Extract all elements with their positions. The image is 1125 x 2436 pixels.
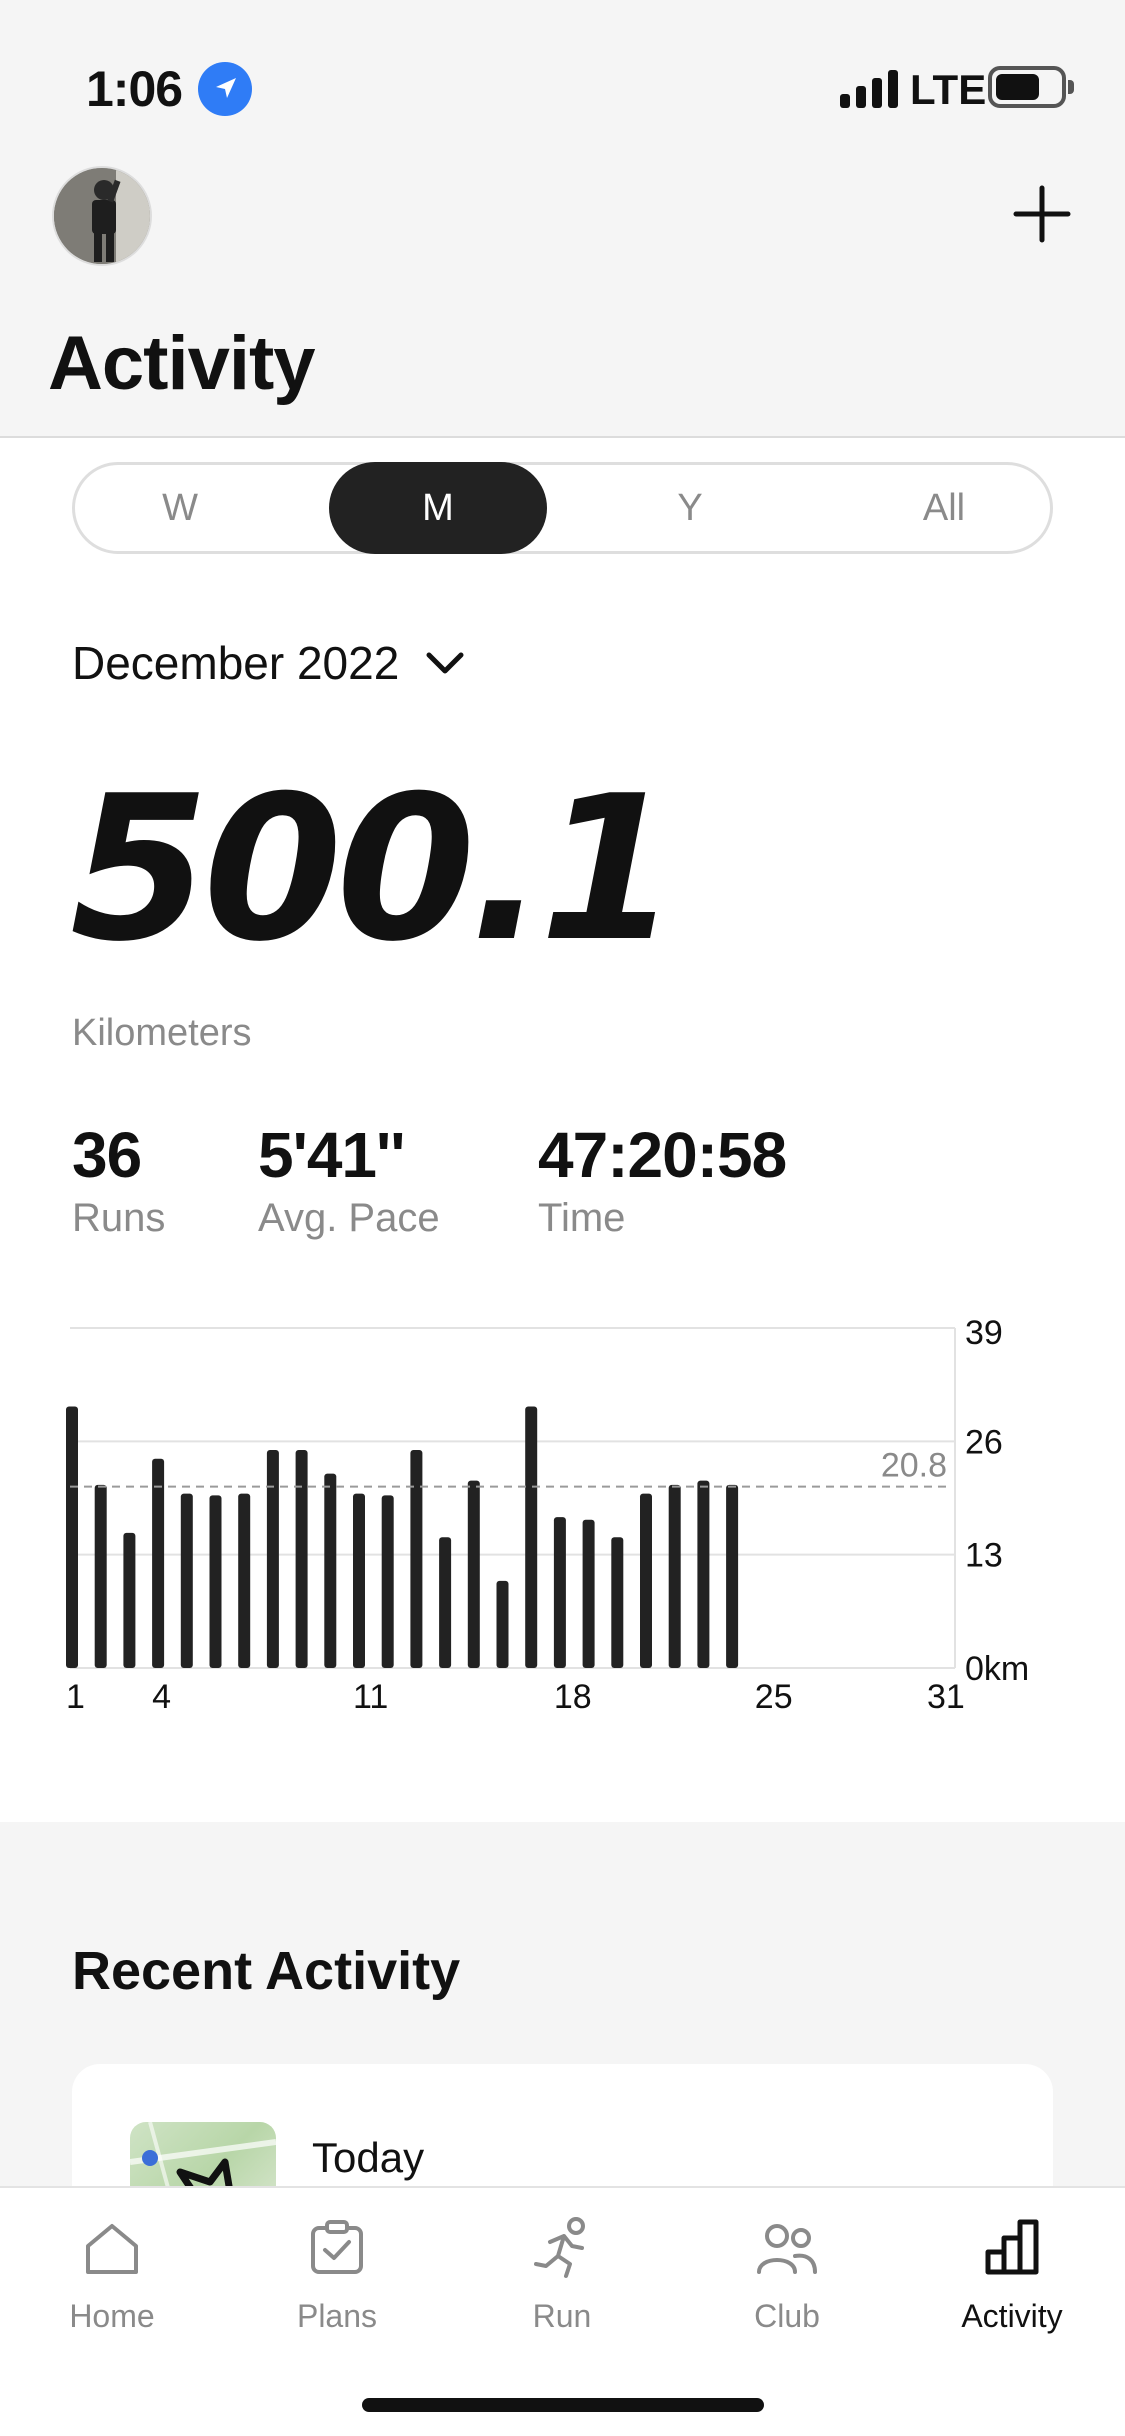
x-tick-label: 4	[152, 1678, 171, 1710]
stat-runs-value: 36	[72, 1119, 142, 1191]
tab-home[interactable]: Home	[12, 2216, 212, 2335]
tab-run-label: Run	[532, 2298, 592, 2334]
total-distance: 500.1	[70, 753, 679, 986]
stat-runs-label: Runs	[72, 1196, 166, 1240]
chart-bar	[582, 1519, 595, 1668]
monthly-distance-chart: 39 26 13 0km 20.8 1 4 11 18 25 31	[66, 1314, 1029, 1710]
stat-avg-pace-value: 5'41''	[258, 1119, 405, 1191]
chart-bar	[209, 1495, 222, 1668]
x-tick-label: 11	[353, 1678, 388, 1710]
battery-tip	[1068, 80, 1074, 94]
battery-icon	[988, 66, 1066, 108]
chart-bar	[467, 1480, 480, 1668]
tab-activity-label: Activity	[961, 2298, 1063, 2334]
chart-bar	[697, 1480, 710, 1668]
chart-bar	[94, 1484, 107, 1668]
chart-bar	[266, 1450, 279, 1668]
home-icon	[86, 2224, 138, 2274]
chart-bar	[324, 1473, 337, 1668]
tab-club-label: Club	[754, 2298, 820, 2334]
stat-time: 47:20:58 Time	[538, 1118, 787, 1241]
run-icon	[534, 2217, 585, 2278]
tab-club[interactable]: Club	[687, 2216, 887, 2335]
y-tick-label: 39	[965, 1314, 1003, 1352]
chart-bar	[726, 1484, 739, 1668]
recent-activity-date: Today	[312, 2134, 425, 2181]
plans-icon	[311, 2220, 363, 2274]
header: 1:06 LTE Activity	[0, 0, 1125, 438]
segment-week[interactable]: W	[75, 462, 285, 554]
chart-bar	[152, 1458, 165, 1668]
chart-bar	[668, 1484, 681, 1668]
x-tick-label: 18	[554, 1678, 592, 1710]
add-icon[interactable]	[1010, 182, 1074, 246]
segment-all[interactable]: All	[835, 462, 1053, 554]
average-label: 20.8	[881, 1447, 947, 1485]
tab-home-label: Home	[69, 2298, 155, 2334]
distance-unit: Kilometers	[72, 1012, 252, 1054]
chart-bar	[353, 1493, 365, 1668]
chart-bar	[640, 1493, 652, 1668]
chart-bar	[496, 1580, 509, 1668]
month-picker[interactable]: December 2022	[72, 636, 465, 690]
y-tick-label: 13	[965, 1537, 1003, 1575]
chart-bar	[525, 1406, 538, 1668]
y-tick-label: 26	[965, 1423, 1003, 1461]
chart-bar	[553, 1517, 566, 1668]
stat-avg-pace-label: Avg. Pace	[258, 1196, 440, 1240]
location-arrow-icon	[198, 62, 252, 116]
club-icon	[757, 2224, 817, 2274]
chart-bar	[381, 1495, 394, 1668]
status-time: 1:06	[86, 61, 183, 117]
home-indicator	[362, 2398, 764, 2412]
chart-bar	[611, 1537, 624, 1668]
chart-bar	[410, 1450, 423, 1668]
stat-time-value: 47:20:58	[538, 1119, 787, 1191]
activity-icon	[985, 2219, 1039, 2275]
recent-activity-title: Recent Activity	[72, 1941, 461, 2001]
profile-avatar[interactable]	[52, 166, 152, 266]
x-tick-label: 25	[755, 1678, 793, 1710]
tab-plans-label: Plans	[296, 2298, 378, 2334]
x-tick-label: 31	[927, 1678, 965, 1710]
chevron-down-icon	[426, 652, 464, 674]
y-tick-label: 0km	[965, 1650, 1029, 1688]
tab-run[interactable]: Run	[462, 2216, 662, 2335]
segment-month[interactable]: M	[329, 462, 547, 554]
segment-year[interactable]: Y	[581, 462, 799, 554]
month-label: December 2022	[72, 637, 400, 689]
stat-time-label: Time	[538, 1196, 626, 1240]
chart-bar	[238, 1493, 251, 1668]
chart-bar	[66, 1406, 78, 1668]
chart-bar	[439, 1537, 452, 1668]
tab-activity[interactable]: Activity	[912, 2216, 1112, 2335]
stat-runs: 36 Runs	[72, 1118, 165, 1241]
recent-activity-section: Recent Activity Today	[0, 1822, 1125, 2364]
x-tick-label: 1	[66, 1678, 85, 1710]
page-title: Activity	[48, 321, 316, 406]
stat-avg-pace: 5'41'' Avg. Pace	[258, 1118, 440, 1241]
chart-bar	[180, 1493, 193, 1668]
chart-bar	[295, 1450, 308, 1668]
tab-plans[interactable]: Plans	[237, 2216, 437, 2335]
chart-bar	[123, 1532, 136, 1668]
period-segmented-control: W M Y All	[72, 462, 1053, 554]
network-type: LTE	[910, 66, 987, 113]
cellular-signal-icon	[840, 70, 898, 108]
